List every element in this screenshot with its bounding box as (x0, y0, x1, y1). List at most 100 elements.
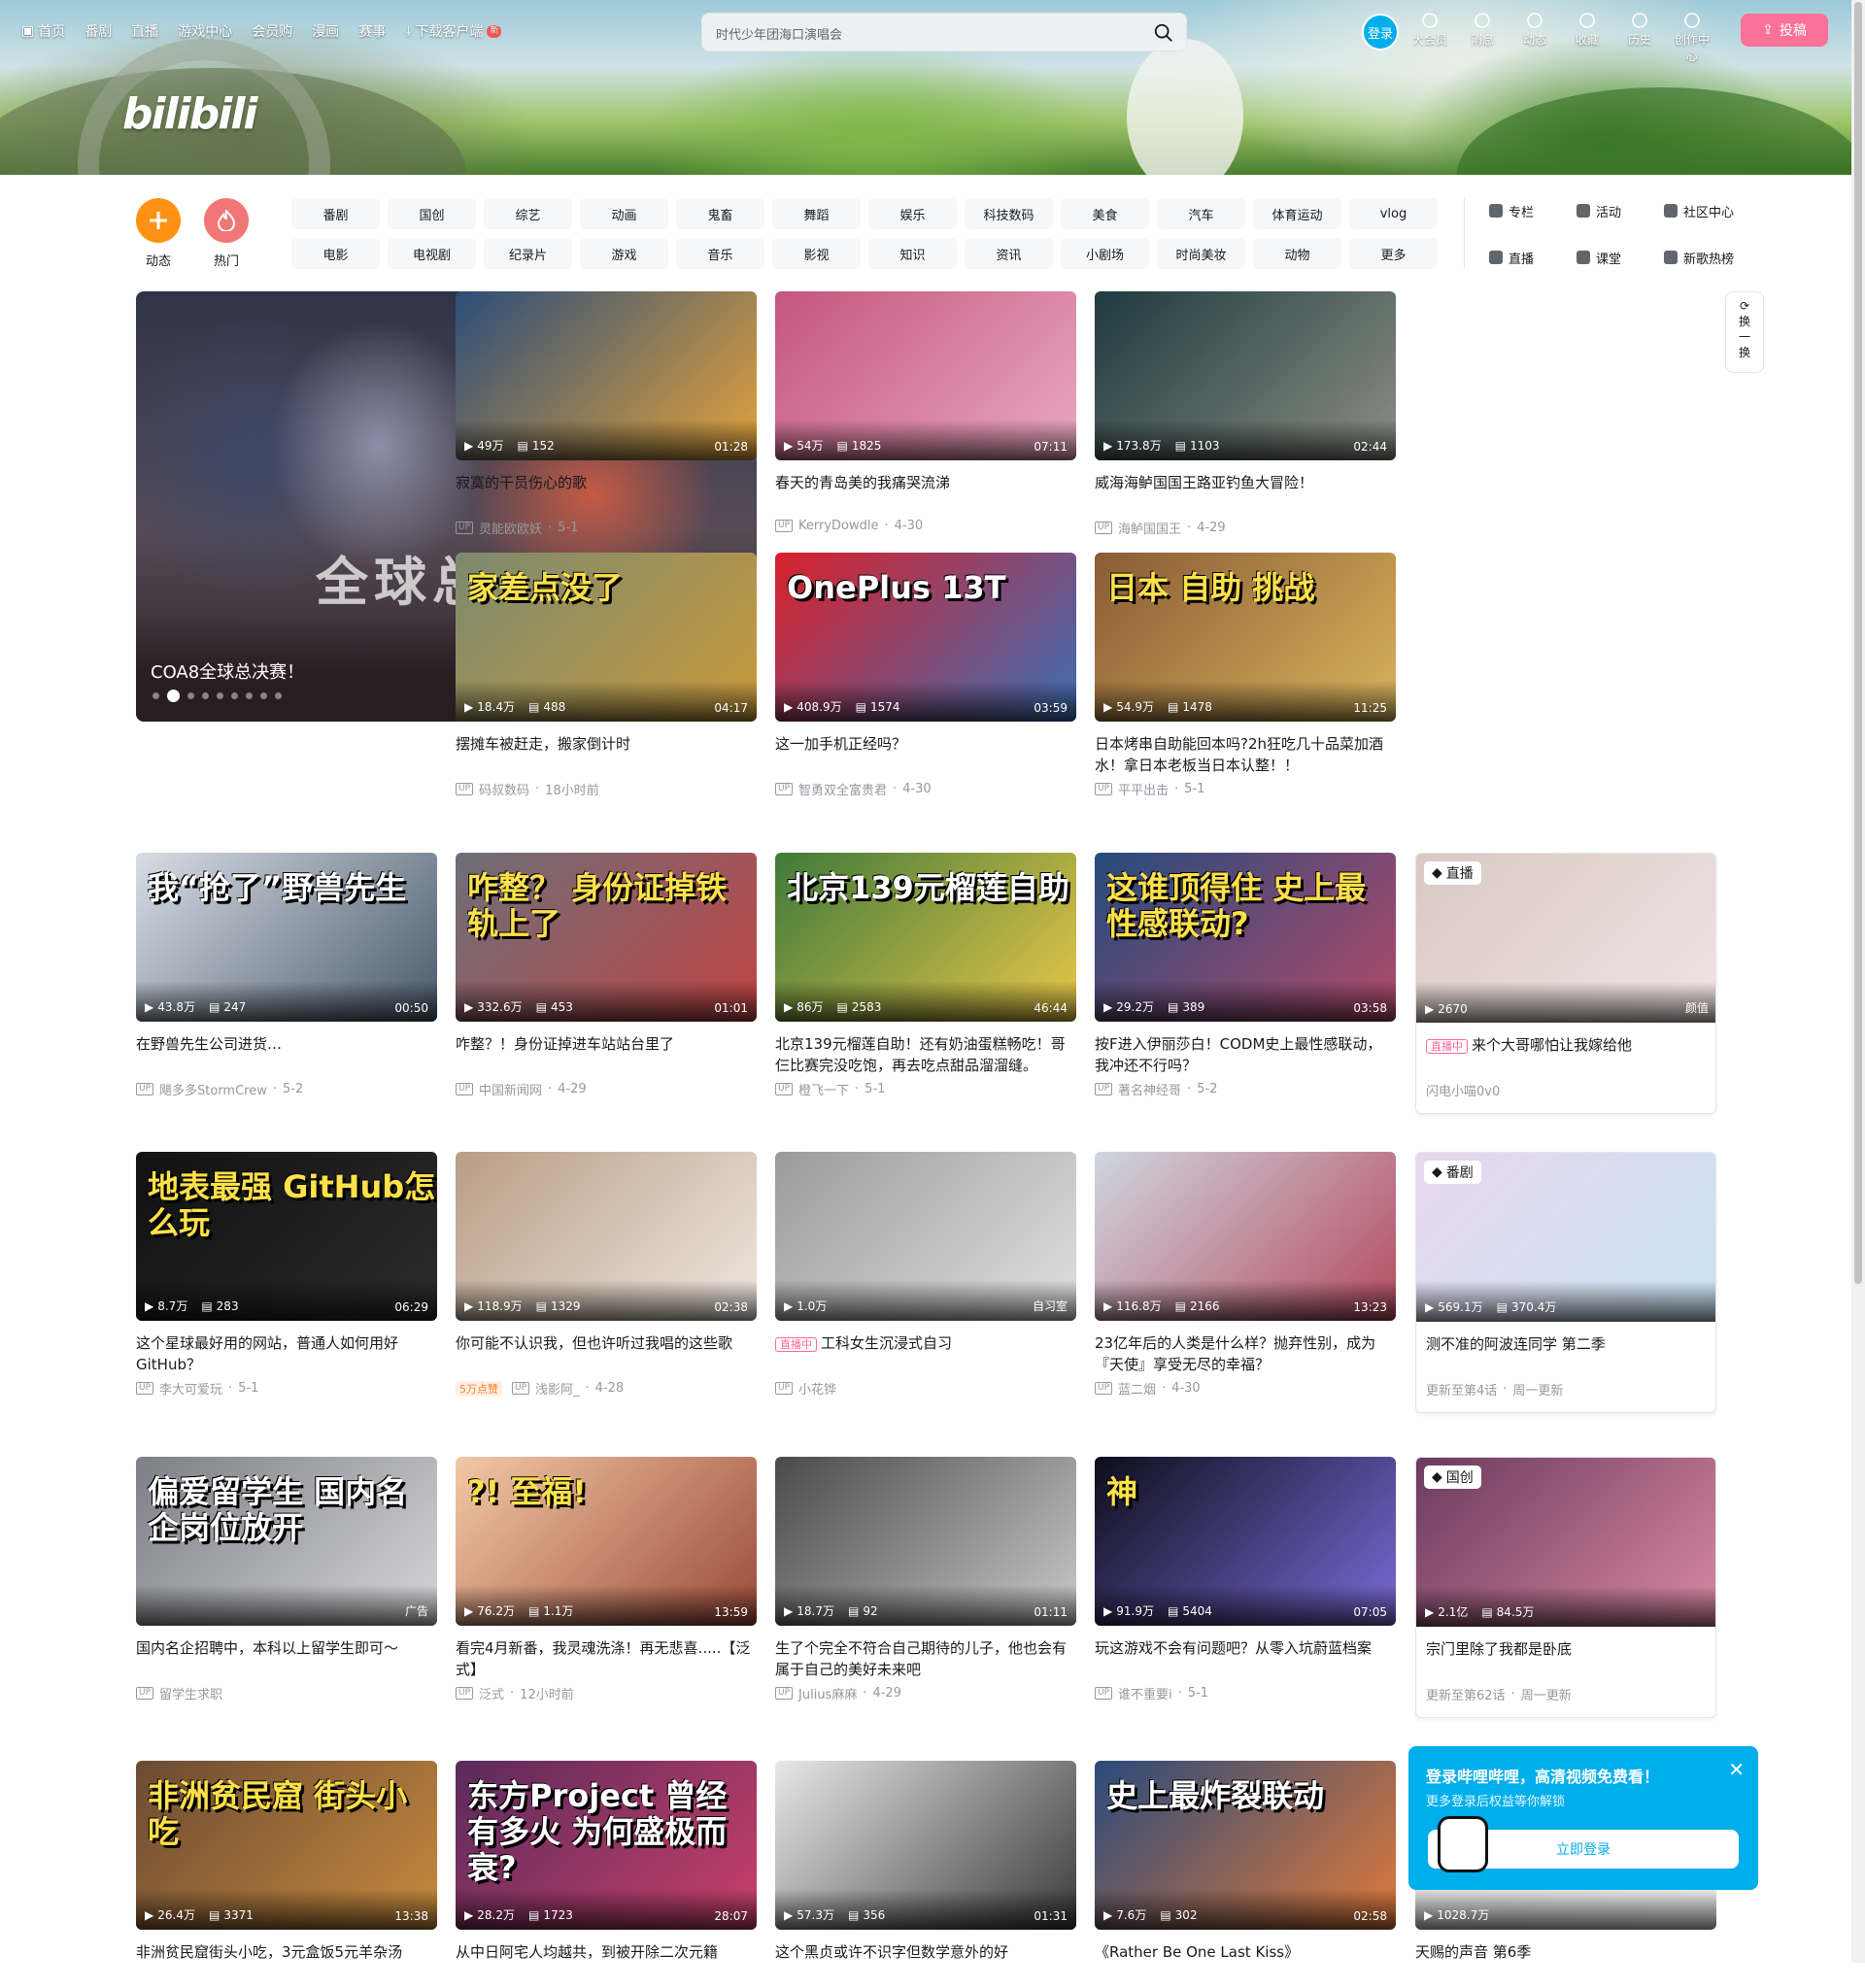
video-card[interactable]: ◆ 番剧 ▶ 569.1万 ▤ 370.4万 测不准的阿波连同学 第二季 更新至第4话 · 周一更… (1415, 1152, 1716, 1413)
uploader-name[interactable]: 平平出击 (1118, 780, 1169, 798)
right-nav-item[interactable]: 历史 (1620, 12, 1659, 64)
extra-link[interactable]: 专栏 (1489, 198, 1577, 223)
uploader-name[interactable]: 智勇双全富贵君 (798, 780, 887, 798)
uploader-name[interactable]: 码叔数码 (479, 780, 529, 798)
carousel-dot[interactable] (153, 692, 159, 699)
extra-link[interactable]: 社区中心 (1664, 198, 1751, 223)
video-title-text[interactable]: 这个黑贞或许不识字但数学意外的好 (775, 1943, 1008, 1961)
video-title[interactable]: 在野兽先生公司进货… (136, 1033, 437, 1076)
video-thumbnail[interactable]: ◆ 番剧 ▶ 569.1万 ▤ 370.4万 (1416, 1153, 1715, 1322)
video-card[interactable]: 家差点没了 ▶ 18.4万 ▤ 488 04:17 摆摊车被赶走，搬家倒计时 UP 码叔数码 · 1… (456, 553, 757, 798)
login-avatar-button[interactable]: 登录 (1362, 14, 1399, 51)
carousel-title[interactable]: COA8全球总决赛！ (151, 658, 304, 684)
video-thumbnail[interactable]: ?! 至福! ▶ 76.2万 ▤ 1.1万 13:59 (456, 1457, 757, 1626)
carousel-dot[interactable] (217, 692, 223, 699)
video-title-text[interactable]: 春天的青岛美的我痛哭流涕 (775, 474, 950, 491)
video-thumbnail[interactable]: ▶ 1.0万 自习室 (775, 1152, 1076, 1321)
channel-tag[interactable]: 更多 (1349, 238, 1438, 269)
channel-tag[interactable]: 电视剧 (388, 238, 476, 269)
channel-tag[interactable]: 番剧 (291, 198, 380, 229)
uploader-name[interactable]: 泛式 (479, 1684, 504, 1702)
dynamic-channel[interactable]: 动态 (136, 198, 181, 269)
video-title[interactable]: 春天的青岛美的我痛哭流涕 (775, 472, 1076, 515)
refresh-button[interactable]: ⟳ 换 一 换 (1725, 291, 1764, 373)
video-title-text[interactable]: 摆摊车被赶走，搬家倒计时 (456, 735, 630, 753)
video-card[interactable]: ▶ 49万 ▤ 152 01:28 寂寞的干员伤心的歌 UP 灵能欧欧妖 · 5-1 (456, 291, 757, 537)
nav-item-7[interactable]: ⤓ 下载客户端新 (405, 21, 502, 41)
video-title[interactable]: 23亿年后的人类是什么样？抛弃性别，成为『天使』享受无尽的幸福？ (1095, 1332, 1396, 1375)
video-thumbnail[interactable]: 日本 自助 挑战 ▶ 54.9万 ▤ 1478 11:25 (1095, 553, 1396, 722)
uploader-name[interactable]: 谁不重要i (1118, 1684, 1172, 1702)
uploader-name[interactable]: 小花铧 (798, 1379, 836, 1398)
carousel-dot[interactable] (260, 692, 267, 699)
extra-link[interactable]: 活动 (1577, 198, 1664, 223)
video-title[interactable]: 按F进入伊丽莎白！CODM史上最性感联动，我冲还不行吗？ (1095, 1033, 1396, 1076)
right-nav-item[interactable]: 创作中心 (1673, 12, 1712, 64)
scrollbar-thumb[interactable] (1854, 2, 1862, 1284)
video-title-text[interactable]: 23亿年后的人类是什么样？抛弃性别，成为『天使』享受无尽的幸福？ (1095, 1334, 1375, 1373)
video-card[interactable]: ▶ 57.3万 ▤ 356 01:31 这个黑贞或许不识字但数学意外的好 (775, 1761, 1076, 1988)
carousel-dot[interactable] (231, 692, 238, 699)
video-thumbnail[interactable]: ▶ 57.3万 ▤ 356 01:31 (775, 1761, 1076, 1930)
uploader-name[interactable]: 橙飞一下 (798, 1080, 849, 1098)
video-thumbnail[interactable]: 这谁顶得住 史上最性感联动? ▶ 29.2万 ▤ 389 03:58 (1095, 853, 1396, 1022)
search-icon[interactable] (1153, 22, 1174, 44)
close-icon[interactable]: ✕ (1728, 1758, 1745, 1781)
scrollbar[interactable] (1851, 0, 1865, 1963)
video-title-text[interactable]: 咋整？！身份证掉进车站站台里了 (456, 1035, 674, 1053)
video-card[interactable]: 偏爱留学生 国内名企岗位放开 广告 国内名企招聘中，本科以上留学生即可～ UP 留学生求… (136, 1457, 437, 1702)
video-thumbnail[interactable]: ◆ 直播 ▶ 2670 颜值 (1416, 854, 1715, 1023)
uploader-name[interactable]: Julius麻麻 (798, 1684, 857, 1702)
video-title-text[interactable]: 这一加手机正经吗？ (775, 735, 906, 753)
extra-link[interactable]: 直播 (1489, 245, 1577, 270)
channel-tag[interactable]: 小剧场 (1061, 238, 1149, 269)
channel-tag[interactable]: 纪录片 (484, 238, 572, 269)
video-card[interactable]: 这谁顶得住 史上最性感联动? ▶ 29.2万 ▤ 389 03:58 按F进入伊丽莎白！CO… (1095, 853, 1396, 1098)
video-card[interactable]: ▶ 18.7万 ▤ 92 01:11 生了个完全不符合自己期待的儿子，他也会有属于自己的美… (775, 1457, 1076, 1702)
video-thumbnail[interactable]: 家差点没了 ▶ 18.4万 ▤ 488 04:17 (456, 553, 757, 722)
video-title-text[interactable]: 生了个完全不符合自己期待的儿子，他也会有属于自己的美好未来吧 (775, 1639, 1067, 1678)
video-title-text[interactable]: 从中日阿宅人均越共，到被开除二次元籍 (456, 1943, 718, 1961)
nav-item-3[interactable]: 游戏中心 (178, 21, 232, 41)
video-thumbnail[interactable]: ▶ 116.8万 ▤ 2166 13:23 (1095, 1152, 1396, 1321)
video-thumbnail[interactable]: 史上最炸裂联动 ▶ 7.6万 ▤ 302 02:58 (1095, 1761, 1396, 1930)
upload-button[interactable]: ⇪ 投稿 (1741, 14, 1828, 47)
nav-item-5[interactable]: 漫画 (312, 21, 339, 41)
channel-tag[interactable]: 资讯 (965, 238, 1053, 269)
video-title[interactable]: 国内名企招聘中，本科以上留学生即可～ (136, 1637, 437, 1680)
video-card[interactable]: ▶ 1.0万 自习室 直播中 工科女生沉浸式自习 UP 小花铧 (775, 1152, 1076, 1398)
video-title[interactable]: 北京139元榴莲自助！还有奶油蛋糕畅吃！哥仨比赛完没吃饱，再去吃点甜品溜溜缝。 (775, 1033, 1076, 1076)
video-title[interactable]: 从中日阿宅人均越共，到被开除二次元籍 (456, 1941, 757, 1984)
uploader-name[interactable]: 留学生求职 (159, 1684, 222, 1702)
video-title-text[interactable]: 非洲贫民窟街头小吃，3元盒饭5元羊杂汤 (136, 1943, 402, 1961)
carousel-dot[interactable] (202, 692, 209, 699)
video-card[interactable]: 神 ▶ 91.9万 ▤ 5404 07:05 玩这游戏不会有问题吧？从零入坑蔚蓝档案 UP 谁不… (1095, 1457, 1396, 1702)
video-card[interactable]: 地表最强 GitHub怎么玩 ▶ 8.7万 ▤ 283 06:29 这个星球最好用的网站，普… (136, 1152, 437, 1398)
nav-item-0[interactable]: ▣ 首页 (21, 21, 65, 41)
uploader-name[interactable]: 灵能欧欧妖 (479, 519, 542, 537)
video-thumbnail[interactable]: ▶ 173.8万 ▤ 1103 02:44 (1095, 291, 1396, 460)
right-nav-item[interactable]: 大会员 (1410, 12, 1449, 64)
uploader-name[interactable]: 更新至第4话 (1426, 1380, 1497, 1398)
video-thumbnail[interactable]: ▶ 118.9万 ▤ 1329 02:38 (456, 1152, 757, 1321)
video-title-text[interactable]: 北京139元榴莲自助！还有奶油蛋糕畅吃！哥仨比赛完没吃饱，再去吃点甜品溜溜缝。 (775, 1035, 1066, 1074)
video-title-text[interactable]: 这个星球最好用的网站，普通人如何用好GitHub？ (136, 1334, 398, 1373)
video-card[interactable]: 非洲贫民窟 街头小吃 ▶ 26.4万 ▤ 3371 13:38 非洲贫民窟街头小吃，3元盒饭… (136, 1761, 437, 1988)
video-title-text[interactable]: 寂寞的干员伤心的歌 (456, 474, 587, 491)
channel-tag[interactable]: 动画 (580, 198, 668, 229)
uploader-name[interactable]: 飓多多StormCrew (159, 1080, 267, 1098)
video-thumbnail[interactable]: ◆ 国创 ▶ 2.1亿 ▤ 84.5万 (1416, 1458, 1715, 1627)
video-title[interactable]: 生了个完全不符合自己期待的儿子，他也会有属于自己的美好未来吧 (775, 1637, 1076, 1680)
video-title[interactable]: 这一加手机正经吗？ (775, 733, 1076, 776)
video-card[interactable]: ◆ 国创 ▶ 2.1亿 ▤ 84.5万 宗门里除了我都是卧底 更新至第62话 · 周一更新 (1415, 1457, 1716, 1718)
hot-channel[interactable]: 热门 (204, 198, 249, 269)
uploader-name[interactable]: 著名神经哥 (1118, 1080, 1181, 1098)
video-title[interactable]: 非洲贫民窟街头小吃，3元盒饭5元羊杂汤 (136, 1941, 437, 1984)
channel-tag[interactable]: 国创 (388, 198, 476, 229)
uploader-name[interactable]: 浅影阿_ (535, 1379, 580, 1398)
nav-item-6[interactable]: 赛事 (358, 21, 386, 41)
video-card[interactable]: 东方Project 曾经有多火 为何盛极而衰? ▶ 28.2万 ▤ 1723 28:07 从… (456, 1761, 757, 1988)
uploader-name[interactable]: 闪电小喵0v0 (1426, 1081, 1500, 1099)
channel-tag[interactable]: 体育运动 (1253, 198, 1341, 229)
uploader-name[interactable]: 蓝二烟 (1118, 1379, 1156, 1398)
